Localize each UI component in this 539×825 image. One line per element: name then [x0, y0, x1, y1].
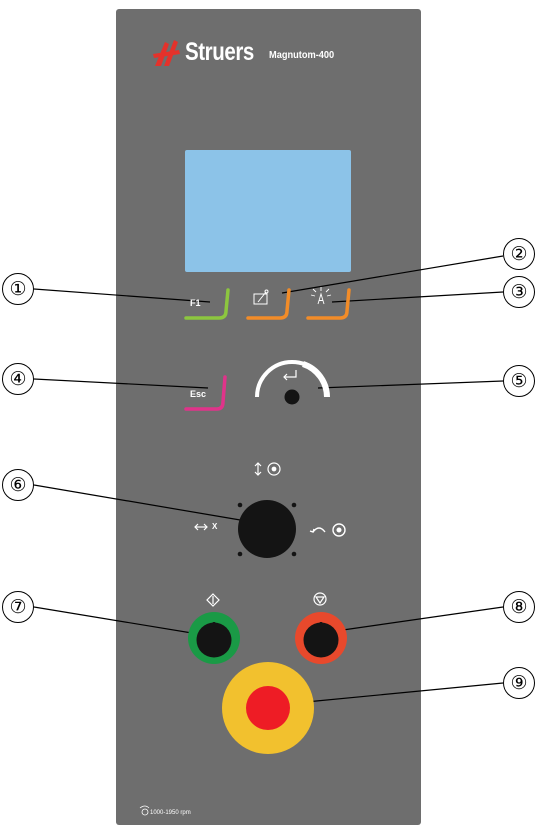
callout-3: ③ — [503, 276, 535, 308]
leader-line-1 — [33, 288, 211, 303]
move-vertical-icon — [254, 462, 281, 476]
leader-line-3 — [331, 291, 504, 303]
move-horizontal-icon — [194, 523, 208, 531]
rotate-icon — [309, 523, 346, 537]
speed-icon — [139, 805, 150, 816]
speed-range-text: 1000-1950 rpm — [150, 810, 191, 816]
callout-9: ⑨ — [503, 667, 535, 699]
enter-icon — [283, 370, 297, 381]
knob-arc-highlight — [301, 361, 330, 398]
leader-line-8 — [321, 606, 504, 634]
emergency-stop-button[interactable] — [246, 686, 290, 730]
wrench-setup-icon — [253, 289, 269, 305]
leader-line-2 — [281, 255, 504, 294]
esc-key-label: Esc — [190, 389, 207, 399]
jog-x-label: X — [212, 522, 218, 531]
leader-line-7 — [33, 606, 205, 636]
callout-8: ⑧ — [503, 591, 535, 623]
callout-1: ① — [2, 273, 34, 305]
f1-key-label: F1 — [190, 298, 201, 308]
light-icon — [310, 287, 332, 305]
panel-graphics — [33, 255, 504, 816]
leader-line-9 — [305, 682, 504, 703]
joystick[interactable] — [238, 500, 296, 558]
leader-line-4 — [33, 378, 209, 389]
callout-7: ⑦ — [2, 591, 34, 623]
stop-icon — [313, 592, 327, 606]
start-icon — [206, 593, 220, 607]
callout-2: ② — [503, 238, 535, 270]
rotary-knob[interactable] — [284, 389, 300, 405]
callout-5: ⑤ — [503, 365, 535, 397]
light-key[interactable] — [306, 288, 351, 320]
callout-6: ⑥ — [2, 469, 34, 501]
callout-4: ④ — [2, 363, 34, 395]
leader-line-6 — [33, 484, 253, 523]
leader-line-5 — [317, 380, 504, 389]
